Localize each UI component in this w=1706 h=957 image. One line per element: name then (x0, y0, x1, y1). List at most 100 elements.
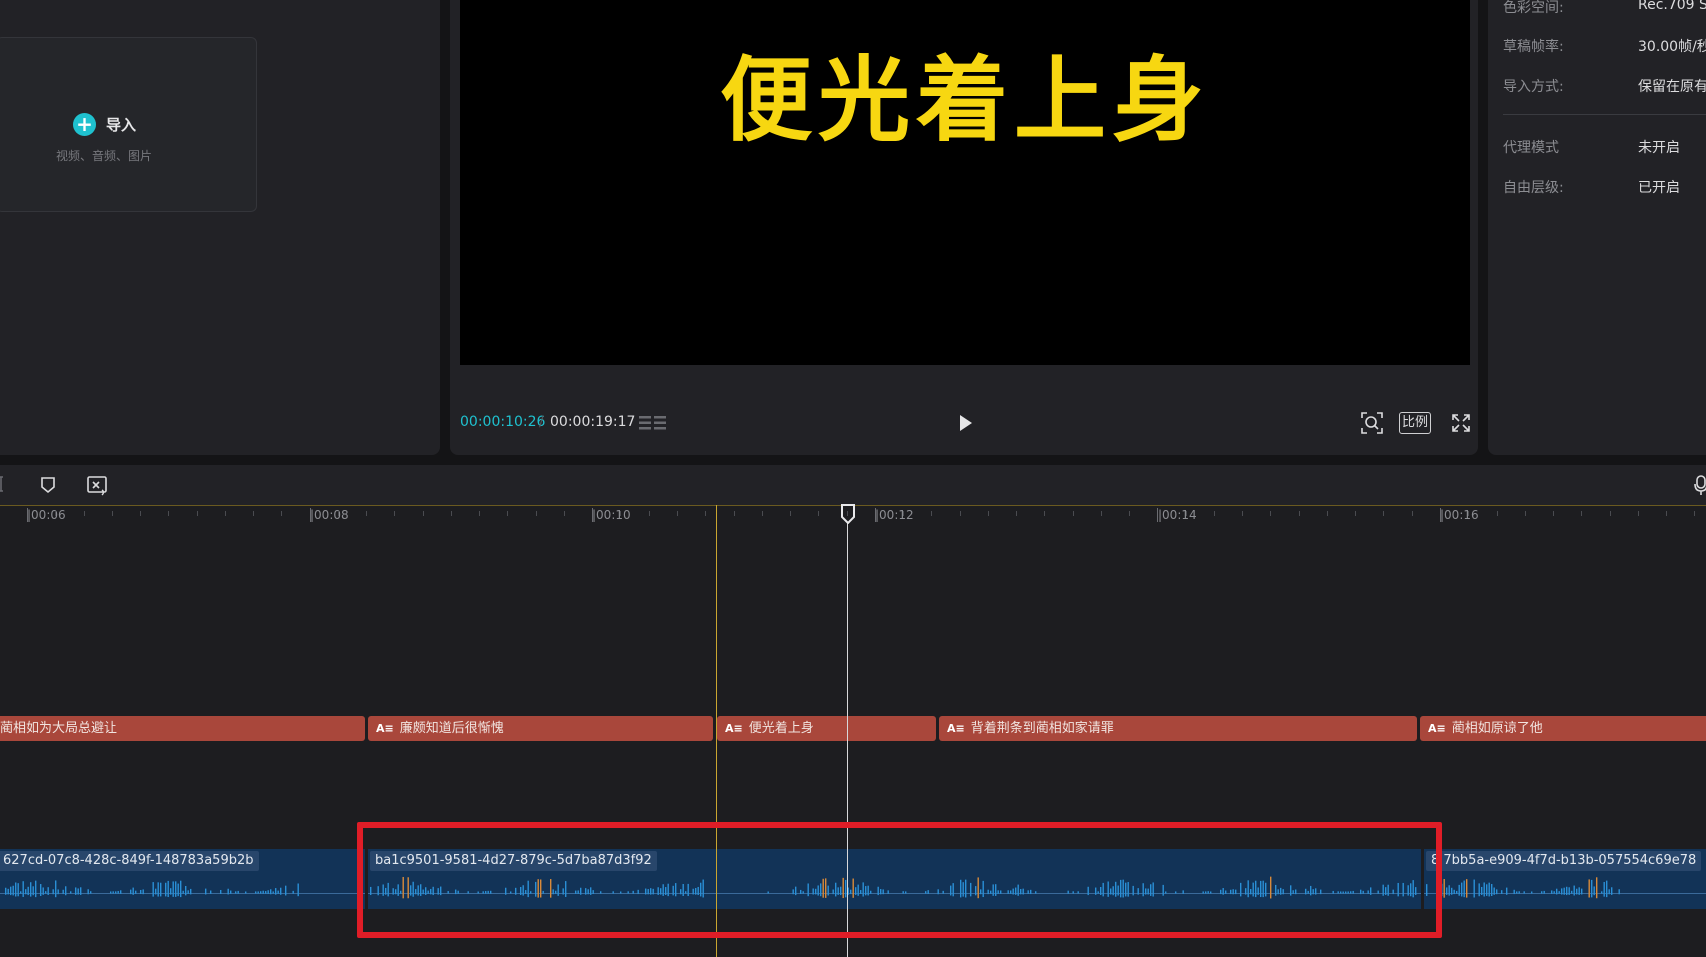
ruler-tick (790, 511, 792, 516)
prop-label-import-mode: 导入方式: (1503, 79, 1564, 95)
waveform-bar (1578, 887, 1580, 895)
ruler-tick (563, 511, 565, 516)
audio-clip-label: 627cd-07c8-428c-849f-148783a59b2b (0, 851, 259, 871)
waveform-bar (1451, 887, 1453, 895)
waveform-bar (55, 880, 57, 898)
ruler-label: |00:06 (27, 508, 66, 522)
waveform-bar (1593, 886, 1595, 896)
waveform-bar (205, 888, 207, 895)
text-clip-label: 廉颇知道后很惭愧 (399, 721, 504, 736)
text-clip[interactable]: A≡ 蔺相如原谅了他 (1420, 716, 1706, 741)
ruler-tick (931, 511, 933, 516)
fullscreen-button[interactable] (1450, 412, 1472, 434)
play-button[interactable] (954, 412, 976, 434)
waveform-bar (1493, 887, 1495, 895)
text-clip[interactable]: A≡ 廉颇知道后很惭愧 (368, 716, 713, 741)
waveform-bar (280, 887, 282, 895)
waveform-bar (130, 889, 132, 895)
ruler-tick (1242, 511, 1244, 516)
import-hint: 视频、音频、图片 (56, 149, 153, 163)
zoom-button[interactable] (1360, 411, 1384, 435)
freeze-frame-icon[interactable] (86, 474, 108, 496)
text-clip[interactable]: A≡ 便光着上身 (717, 716, 936, 741)
waveform-bar (117, 890, 119, 894)
waveform-bar (1516, 891, 1518, 894)
waveform-bar (1608, 889, 1610, 895)
waveform-bar (1543, 890, 1545, 894)
waveform-bar (1513, 889, 1515, 895)
waveform-bar (237, 890, 239, 894)
audio-clip[interactable]: 627cd-07c8-428c-849f-148783a59b2b (0, 849, 365, 909)
marker-icon[interactable] (38, 475, 58, 495)
plus-icon[interactable]: + (73, 113, 96, 136)
waveform-bar (235, 891, 237, 894)
subtitle-text[interactable]: 便光着上身 (460, 26, 1470, 159)
waveform-bar (1563, 887, 1565, 895)
waveform-bar (5, 887, 7, 895)
waveform-bar (120, 890, 122, 894)
waveform-bar (257, 891, 259, 894)
waveform-bar (110, 891, 112, 894)
ruler-tick (1185, 511, 1187, 516)
waveform-bar (90, 891, 92, 894)
waveform-bar (1571, 890, 1573, 894)
waveform-bar (1466, 879, 1468, 898)
ruler-tick (224, 511, 226, 516)
waveform-bar (1458, 884, 1460, 896)
waveform-bar (57, 889, 59, 895)
ruler-tick (535, 511, 537, 516)
time-current: 00:00:10:26 (460, 414, 546, 430)
ruler-tick (648, 511, 650, 516)
list-icon[interactable] (639, 413, 667, 433)
waveform-bar (70, 891, 72, 894)
text-clip-icon: A≡ (1428, 722, 1446, 735)
waveform-bar (1518, 891, 1520, 894)
ratio-button[interactable]: 比例 (1399, 412, 1431, 434)
waveform-bar (177, 883, 179, 897)
waveform-bar (180, 880, 182, 898)
playhead-icon[interactable] (840, 504, 856, 525)
waveform-bar (227, 888, 229, 895)
audio-waveform (0, 880, 365, 898)
ruler-tick (903, 511, 905, 516)
import-label[interactable]: 导入 (106, 114, 136, 135)
waveform-bar (230, 890, 232, 894)
ruler-tick (281, 511, 283, 516)
waveform-bar (1568, 887, 1570, 895)
fullscreen-icon (1452, 414, 1470, 432)
waveform-bar (285, 885, 287, 896)
time-total: 00:00:19:17 (550, 414, 636, 430)
waveform-bar (1446, 887, 1448, 895)
waveform-bar (1541, 891, 1543, 894)
waveform-bar (255, 891, 257, 894)
ruler-tick (874, 508, 876, 522)
waveform-bar (45, 891, 47, 894)
waveform-bar (270, 889, 272, 895)
zoom-icon (1361, 412, 1383, 434)
waveform-bar (155, 888, 157, 895)
waveform-bar (22, 881, 24, 897)
ruler-tick (1016, 511, 1018, 516)
timeline-toolbar (0, 465, 1706, 505)
waveform-bar (172, 881, 174, 897)
prop-label-free-layer: 自由层级: (1503, 180, 1564, 196)
ruler-tick (1044, 511, 1046, 516)
ruler-tick (1213, 511, 1215, 516)
waveform-bar (277, 890, 279, 894)
waveform-bar (1556, 888, 1558, 895)
text-clip[interactable]: 蔺相如为大局总避让 (0, 716, 365, 741)
microphone-icon[interactable] (1694, 474, 1706, 496)
waveform-bar (185, 885, 187, 896)
waveform-bar (75, 887, 77, 895)
prop-value-import-mode: 保留在原有 (1638, 79, 1706, 95)
audio-clip[interactable]: 8 7bb5a-e909-4f7d-b13b-057554c69e78 (1424, 849, 1706, 909)
waveform-bar (132, 887, 134, 895)
waveform-bar (297, 883, 299, 897)
waveform-bar (190, 888, 192, 895)
split-tool-icon[interactable] (0, 476, 4, 492)
audio-clip-label: 8 7bb5a-e909-4f7d-b13b-057554c69e78 (1426, 851, 1702, 871)
waveform-bar (62, 889, 64, 895)
text-clip[interactable]: A≡ 背着荆条到蔺相如家请罪 (939, 716, 1417, 741)
waveform-bar (15, 882, 17, 897)
waveform-bar (1453, 889, 1455, 895)
